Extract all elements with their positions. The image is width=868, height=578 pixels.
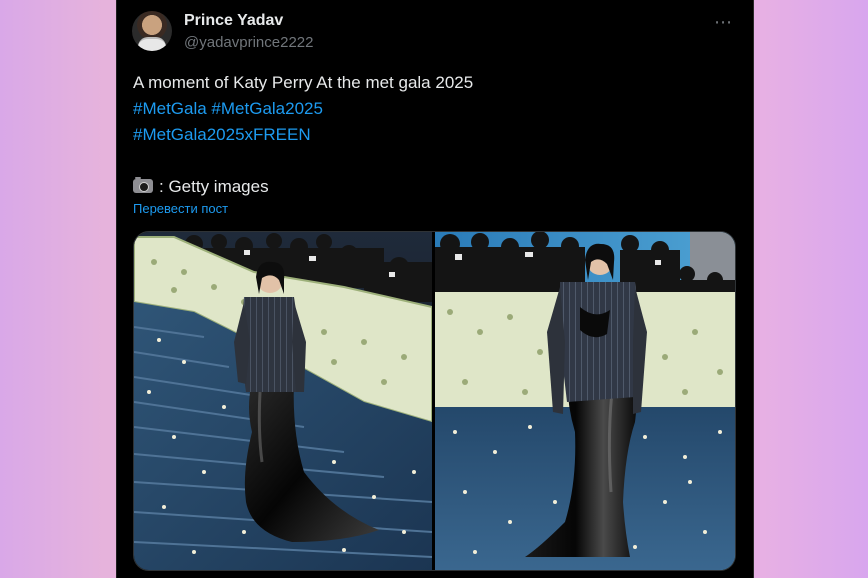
photo-credit-text: : Getty images [159,177,269,196]
photo-right-image [435,232,735,570]
tweet-card: Prince Yadav @yadavprince2222 ⋯ A moment… [116,0,754,578]
more-options-icon[interactable]: ⋯ [714,12,733,33]
photo-left[interactable] [134,232,432,570]
photo-left-image [134,232,432,570]
photo-credit: : Getty images [133,174,733,200]
hashtag-line[interactable]: #MetGala2025xFREEN [133,122,733,148]
author-handle[interactable]: @yadavprince2222 [184,34,313,51]
tweet-text-line: A moment of Katy Perry At the met gala 2… [133,73,474,92]
avatar[interactable] [132,11,172,51]
translate-post-link[interactable]: Перевести пост [133,201,228,216]
media-grid [133,231,736,571]
photo-right[interactable] [435,232,735,570]
author-name[interactable]: Prince Yadav [184,12,283,30]
hashtag-line[interactable]: #MetGala #MetGala2025 [133,96,733,122]
camera-flash-icon [133,177,153,193]
tweet-text: A moment of Katy Perry At the met gala 2… [133,70,733,200]
